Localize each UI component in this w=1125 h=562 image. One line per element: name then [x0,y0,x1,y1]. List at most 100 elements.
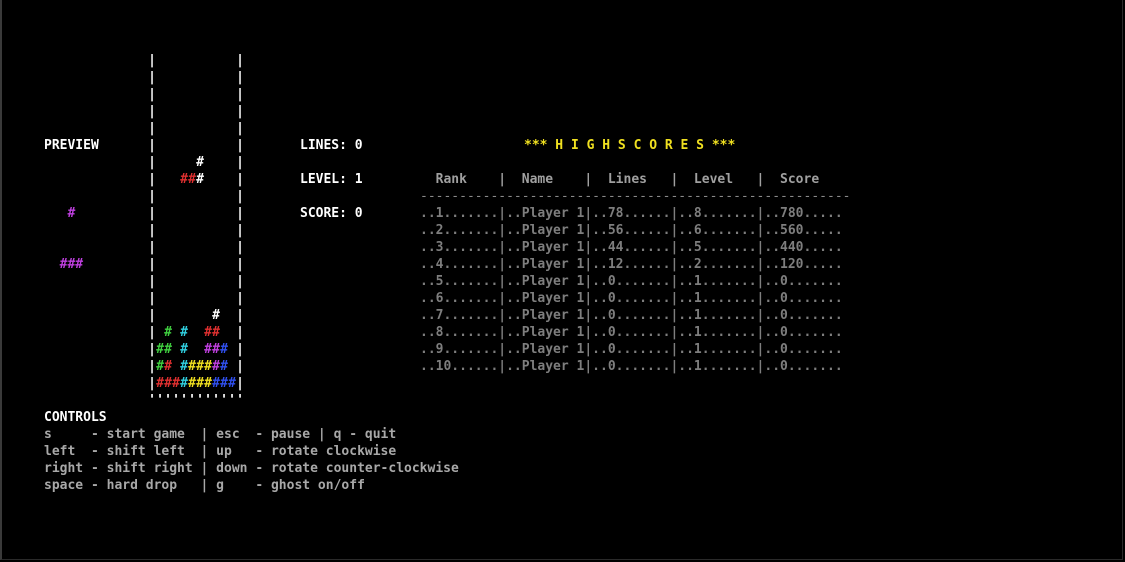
board-cell [212,222,220,239]
highscores-header: Rank | Name | Lines | Level | Score [420,172,820,187]
block-cell: # [164,376,172,391]
block-cell: # [188,172,196,187]
game-board: | | | | | | | | | | | | | # | | ### | | | | | | | |… [148,52,244,409]
board-cell [220,256,228,273]
block-cell: # [212,342,220,357]
board-cell [220,188,228,205]
board-cell [164,205,172,222]
board-cell [156,307,164,324]
board-cell [172,324,180,341]
highscore-row: ..2.......|..Player 1|..56......|..6....… [420,223,843,238]
board-cell [156,86,164,103]
board-wall: | [236,223,244,238]
board-cell [196,290,204,307]
block-cell: # [204,359,212,374]
highscore-row: ..8.......|..Player 1|..0.......|..1....… [420,325,843,340]
board-wall: | [236,325,244,340]
preview-piece-line-2: ### [44,257,84,272]
board-cell [196,86,204,103]
board-cell [212,103,220,120]
board-cell [164,307,172,324]
board-wall: | [236,104,244,119]
board-wall: | [236,342,244,357]
board-cell [196,256,204,273]
board-wall: | [148,291,156,306]
block-cell: # [164,359,172,374]
board-wall: | [236,359,244,374]
board-cell [204,273,212,290]
board-row: | | [148,273,244,290]
board-row: | # | [148,154,244,171]
board-cell: ' [188,393,196,408]
board-cell [204,256,212,273]
board-wall: | [236,189,244,204]
controls-line-1: s - start game | esc - pause | q - quit [44,427,397,442]
board-cell [180,273,188,290]
board-cell [228,69,236,86]
board-cell [188,103,196,120]
board-cell [220,137,228,154]
board-row: '''''''''''' [148,392,244,409]
board-cell [156,290,164,307]
board-wall: | [236,155,244,170]
level-indicator: LEVEL: 1 [300,172,363,187]
board-cell [212,290,220,307]
controls-title: CONTROLS [44,410,107,425]
board-cell [212,69,220,86]
board-row: | | [148,52,244,69]
board-cell [204,205,212,222]
board-cell [172,290,180,307]
board-cell [196,273,204,290]
highscore-row: ..1.......|..Player 1|..78......|..8....… [420,206,843,221]
board-row: |## # ### | [148,341,244,358]
board-cell [204,154,212,171]
board-cell [196,239,204,256]
board-cell [172,358,180,375]
board-cell [188,205,196,222]
block-cell: # [212,359,220,374]
board-cell [204,86,212,103]
board-cell [156,205,164,222]
board-cell [228,273,236,290]
board-cell [212,205,220,222]
highscore-row: ..10......|..Player 1|..0.......|..1....… [420,359,843,374]
board-cell [180,239,188,256]
board-cell [196,324,204,341]
board-row: | ### | [148,171,244,188]
controls-line-2: left - shift left | up - rotate clockwis… [44,444,397,459]
board-cell [156,239,164,256]
board-row: | | [148,205,244,222]
score-display: SCORE: 0 [300,206,363,221]
board-wall: | [148,274,156,289]
board-wall: | [236,376,244,391]
board-cell [172,239,180,256]
board-wall: | [148,53,156,68]
board-cell [220,273,228,290]
board-cell [228,103,236,120]
board-cell [228,52,236,69]
board-cell [156,273,164,290]
block-cell: # [164,325,172,340]
board-cell [196,120,204,137]
board-wall: | [236,138,244,153]
board-cell [196,205,204,222]
board-wall: | [236,53,244,68]
board-wall: | [148,325,156,340]
board-cell [172,52,180,69]
block-cell: # [156,376,164,391]
block-cell: # [212,376,220,391]
block-cell: # [180,342,188,357]
board-cell [212,154,220,171]
board-wall: | [148,172,156,187]
board-cell [220,154,228,171]
block-cell: # [228,376,236,391]
board-row: |##########| [148,375,244,392]
block-cell: # [180,359,188,374]
board-wall: | [148,121,156,136]
board-wall: | [236,70,244,85]
board-cell [220,120,228,137]
board-cell [180,120,188,137]
highscores-table: Rank | Name | Lines | Level | Score ----… [420,171,850,375]
board-cell [220,86,228,103]
board-cell [196,103,204,120]
